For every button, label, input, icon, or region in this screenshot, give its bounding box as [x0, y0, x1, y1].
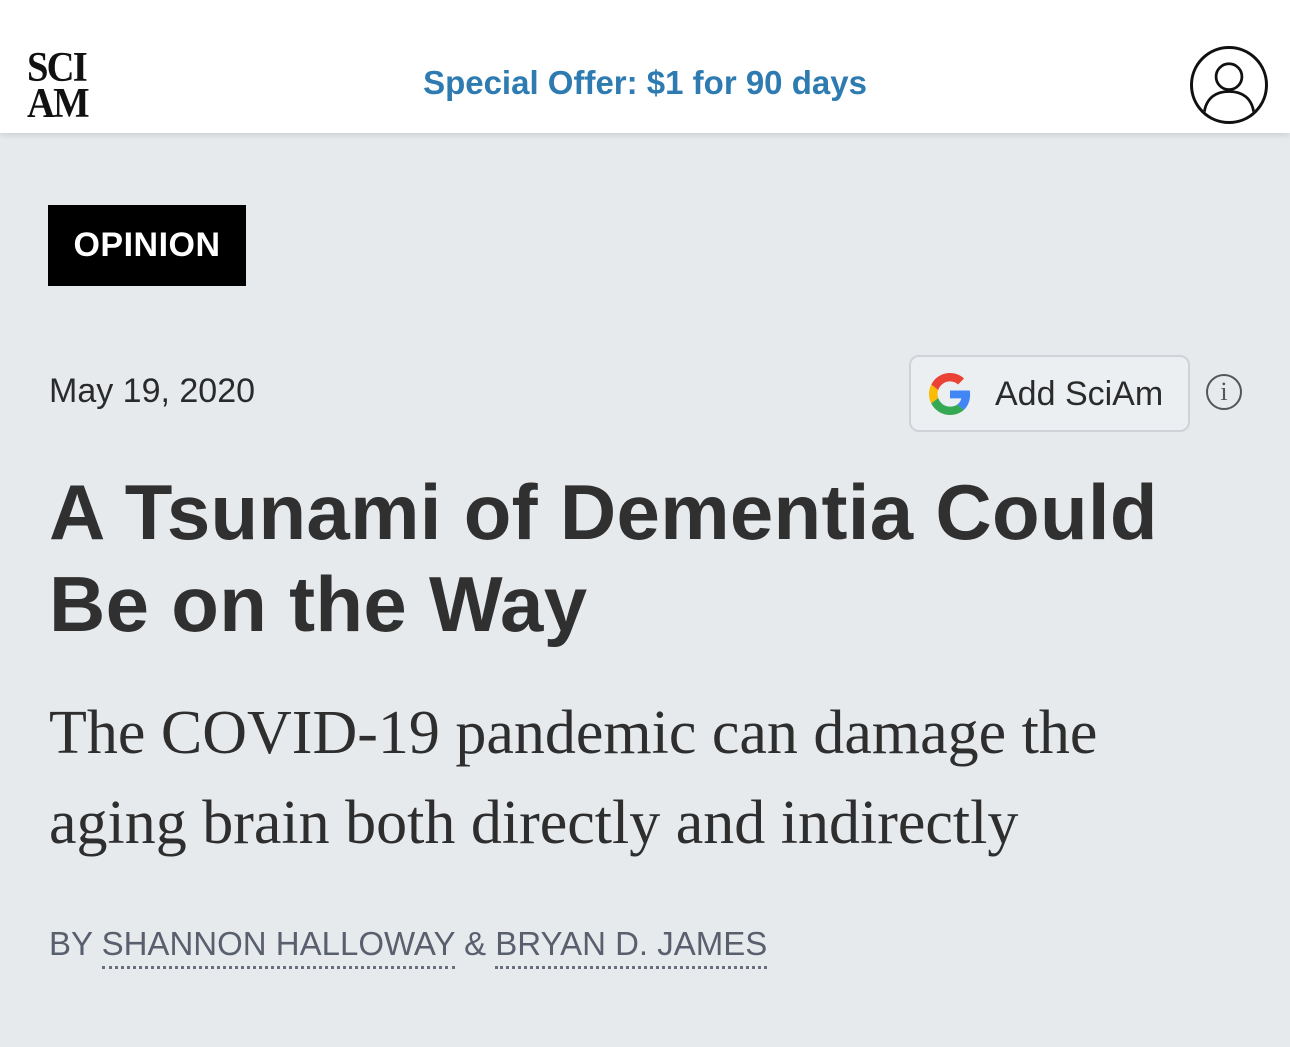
byline: BY SHANNON HALLOWAY & BRYAN D. JAMES [49, 925, 768, 969]
user-icon [1202, 62, 1256, 114]
special-offer-link[interactable]: Special Offer: $1 for 90 days [423, 64, 867, 101]
info-icon[interactable]: i [1206, 374, 1242, 410]
add-sciam-button[interactable]: Add SciAm [909, 355, 1190, 432]
author-link-shannon-halloway[interactable]: SHANNON HALLOWAY [101, 925, 455, 969]
byline-prefix: BY [49, 925, 102, 962]
account-button[interactable] [1190, 46, 1268, 124]
article-headline: A Tsunami of Dementia Could Be on the Wa… [49, 468, 1158, 648]
category-badge[interactable]: OPINION [48, 205, 246, 286]
special-offer-banner: Special Offer: $1 for 90 days [0, 64, 1290, 102]
byline-separator: & [454, 925, 496, 962]
author-link-bryan-james[interactable]: BRYAN D. JAMES [495, 925, 768, 969]
add-sciam-label: Add SciAm [995, 375, 1164, 413]
publish-date: May 19, 2020 [49, 372, 256, 410]
article-subheadline: The COVID-19 pandemic can damage the agi… [49, 699, 1098, 857]
google-icon [929, 373, 971, 415]
top-navigation-bar: SCI AM Special Offer: $1 for 90 days [0, 0, 1290, 133]
